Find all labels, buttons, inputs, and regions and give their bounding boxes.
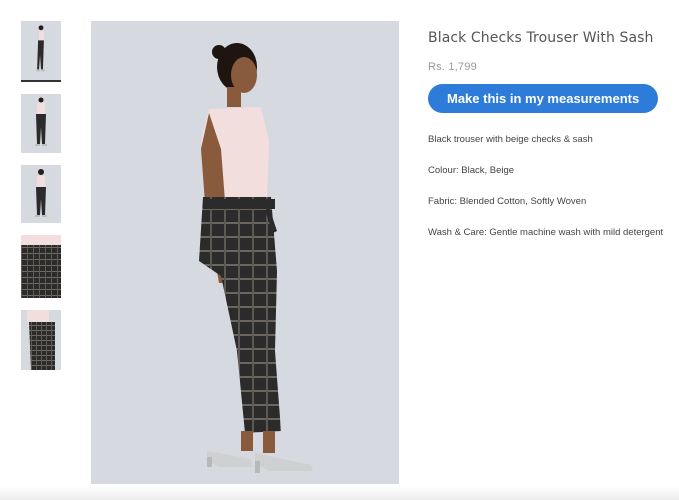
product-main-image bbox=[91, 21, 399, 484]
product-title: Black Checks Trouser With Sash bbox=[428, 30, 654, 46]
make-in-my-measurements-button[interactable]: Make this in my measurements bbox=[428, 84, 659, 113]
thumbnail-side-view[interactable] bbox=[21, 21, 61, 82]
page-bottom-edge bbox=[0, 486, 679, 500]
thumbnail-front-view[interactable] bbox=[21, 94, 61, 153]
product-info-panel: Black Checks Trouser With Sash Rs. 1,799… bbox=[428, 30, 673, 239]
product-price: Rs. 1,799 bbox=[428, 61, 477, 73]
description-text: Black trouser with beige checks & sash bbox=[428, 134, 593, 145]
thumbnail-side-closeup[interactable] bbox=[21, 310, 61, 370]
thumbnail-side-view-image bbox=[36, 25, 45, 72]
thumbnail-front-view-image bbox=[35, 97, 47, 146]
thumbnail-fabric-closeup[interactable] bbox=[21, 235, 61, 298]
model-side-view-illustration bbox=[199, 43, 313, 473]
colour-text: Colour: Black, Beige bbox=[428, 165, 515, 176]
thumbnail-side-closeup-image bbox=[27, 310, 55, 370]
product-description: Black trouser with beige checks & sash C… bbox=[428, 134, 673, 239]
wash-care-text: Wash & Care: Gentle machine wash with mi… bbox=[428, 227, 664, 238]
fabric-text: Fabric: Blended Cotton, Softly Woven bbox=[428, 196, 587, 207]
thumbnail-back-view-image bbox=[35, 169, 47, 217]
thumbnail-back-view[interactable] bbox=[21, 165, 61, 223]
thumbnail-fabric-closeup-image bbox=[21, 235, 61, 298]
